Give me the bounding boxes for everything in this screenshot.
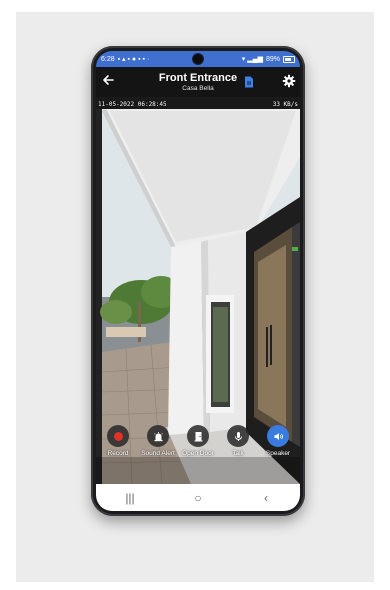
speaker-button[interactable]: Speaker [258,425,298,485]
gear-icon[interactable] [282,74,296,88]
talk-button[interactable]: Talk [218,425,258,485]
phone-screen: 6:28 ▪ ▴ ▪ ● ▪ ▪ · ▾ ▂▄▆ 89% Front Entra… [96,51,300,511]
open-door-label: Open Door [182,450,214,457]
door-icon [187,425,209,447]
record-button[interactable]: Record [98,425,138,485]
video-timestamp: 11-05-2022 06:28:45 [98,101,167,108]
front-camera [193,54,203,64]
control-bar: Record Sound Alert Open Door Talk Speake… [96,425,300,485]
battery-percent: 89% [265,55,280,63]
talk-label: Talk [232,450,244,457]
recents-button[interactable]: ||| [115,491,145,505]
video-bitrate: 33 KB/s [272,101,298,108]
open-door-button[interactable]: Open Door [178,425,218,485]
alarm-icon [147,425,169,447]
sound-alert-button[interactable]: Sound Alert [138,425,178,485]
notification-icons: ▪ ▴ ▪ ● ▪ ▪ · [117,56,150,63]
speaker-label: Speaker [265,450,291,457]
record-label: Record [107,450,129,457]
battery-icon [283,55,295,63]
microphone-icon [227,425,249,447]
speaker-icon [267,425,289,447]
home-button[interactable]: ○ [183,491,213,505]
signal-icon: ▾ ▂▄▆ [241,56,263,63]
record-icon [107,425,129,447]
sound-alert-label: Sound Alert [141,450,175,457]
system-nav-bar: ||| ○ ‹ [96,484,300,511]
nav-back-button[interactable]: ‹ [251,491,281,505]
app-bar: Front Entrance Casa Bella [96,67,300,97]
document-icon[interactable] [242,75,256,89]
arrow-left-icon[interactable] [101,73,115,87]
status-time: 6:28 [101,55,115,63]
